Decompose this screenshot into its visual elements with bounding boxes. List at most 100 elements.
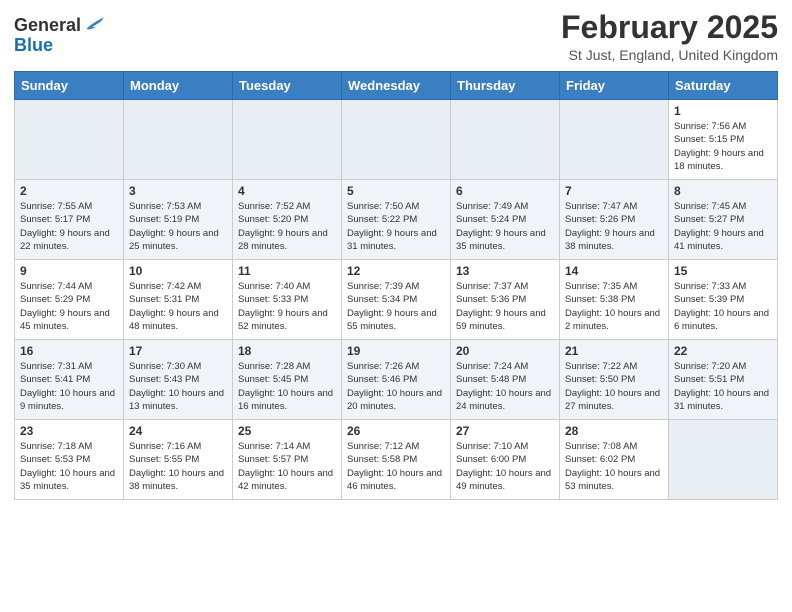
header: General Blue February 2025 St Just, Engl… — [14, 10, 778, 63]
day-info: Sunrise: 7:52 AM Sunset: 5:20 PM Dayligh… — [238, 200, 336, 253]
calendar-cell: 21 Sunrise: 7:22 AM Sunset: 5:50 PM Dayli… — [560, 340, 669, 420]
calendar-cell: 4 Sunrise: 7:52 AM Sunset: 5:20 PM Daylig… — [233, 180, 342, 260]
day-info: Sunrise: 7:24 AM Sunset: 5:48 PM Dayligh… — [456, 360, 554, 413]
day-info: Sunrise: 7:39 AM Sunset: 5:34 PM Dayligh… — [347, 280, 445, 333]
day-info: Sunrise: 7:16 AM Sunset: 5:55 PM Dayligh… — [129, 440, 227, 493]
day-info: Sunrise: 7:37 AM Sunset: 5:36 PM Dayligh… — [456, 280, 554, 333]
day-number: 24 — [129, 424, 227, 438]
calendar-cell: 24 Sunrise: 7:16 AM Sunset: 5:55 PM Dayli… — [124, 420, 233, 500]
day-info: Sunrise: 7:22 AM Sunset: 5:50 PM Dayligh… — [565, 360, 663, 413]
day-number: 10 — [129, 264, 227, 278]
calendar-week-row: 1 Sunrise: 7:56 AM Sunset: 5:15 PM Daylig… — [15, 100, 778, 180]
day-number: 8 — [674, 184, 772, 198]
day-number: 23 — [20, 424, 118, 438]
day-info: Sunrise: 7:47 AM Sunset: 5:26 PM Dayligh… — [565, 200, 663, 253]
title-area: February 2025 St Just, England, United K… — [561, 10, 778, 63]
day-number: 7 — [565, 184, 663, 198]
calendar-cell — [15, 100, 124, 180]
day-info: Sunrise: 7:10 AM Sunset: 6:00 PM Dayligh… — [456, 440, 554, 493]
day-number: 12 — [347, 264, 445, 278]
logo-blue-text: Blue — [14, 36, 53, 56]
logo: General Blue — [14, 10, 105, 56]
calendar-cell: 15Sunrise: 7:33 AM Sunset: 5:39 PM Dayli… — [669, 260, 778, 340]
calendar-cell — [669, 420, 778, 500]
calendar-cell — [342, 100, 451, 180]
calendar-cell: 9 Sunrise: 7:44 AM Sunset: 5:29 PM Daylig… — [15, 260, 124, 340]
calendar-day-header: Sunday — [15, 72, 124, 100]
calendar-week-row: 2Sunrise: 7:55 AM Sunset: 5:17 PM Daylig… — [15, 180, 778, 260]
day-info: Sunrise: 7:14 AM Sunset: 5:57 PM Dayligh… — [238, 440, 336, 493]
day-number: 13 — [456, 264, 554, 278]
day-number: 21 — [565, 344, 663, 358]
day-info: Sunrise: 7:33 AM Sunset: 5:39 PM Dayligh… — [674, 280, 772, 333]
calendar-cell: 6 Sunrise: 7:49 AM Sunset: 5:24 PM Daylig… — [451, 180, 560, 260]
day-info: Sunrise: 7:44 AM Sunset: 5:29 PM Dayligh… — [20, 280, 118, 333]
calendar: SundayMondayTuesdayWednesdayThursdayFrid… — [14, 71, 778, 500]
calendar-week-row: 9 Sunrise: 7:44 AM Sunset: 5:29 PM Daylig… — [15, 260, 778, 340]
day-info: Sunrise: 7:18 AM Sunset: 5:53 PM Dayligh… — [20, 440, 118, 493]
day-info: Sunrise: 7:26 AM Sunset: 5:46 PM Dayligh… — [347, 360, 445, 413]
calendar-cell: 25 Sunrise: 7:14 AM Sunset: 5:57 PM Dayli… — [233, 420, 342, 500]
day-number: 1 — [674, 104, 772, 118]
day-number: 11 — [238, 264, 336, 278]
day-number: 27 — [456, 424, 554, 438]
calendar-cell: 20Sunrise: 7:24 AM Sunset: 5:48 PM Dayli… — [451, 340, 560, 420]
day-number: 25 — [238, 424, 336, 438]
calendar-cell: 13 Sunrise: 7:37 AM Sunset: 5:36 PM Dayli… — [451, 260, 560, 340]
day-info: Sunrise: 7:56 AM Sunset: 5:15 PM Dayligh… — [674, 120, 772, 173]
location: St Just, England, United Kingdom — [561, 47, 778, 63]
calendar-cell: 14Sunrise: 7:35 AM Sunset: 5:38 PM Dayli… — [560, 260, 669, 340]
day-info: Sunrise: 7:53 AM Sunset: 5:19 PM Dayligh… — [129, 200, 227, 253]
calendar-cell — [560, 100, 669, 180]
calendar-cell: 5Sunrise: 7:50 AM Sunset: 5:22 PM Daylig… — [342, 180, 451, 260]
month-title: February 2025 — [561, 10, 778, 45]
calendar-cell: 22Sunrise: 7:20 AM Sunset: 5:51 PM Dayli… — [669, 340, 778, 420]
calendar-day-header: Monday — [124, 72, 233, 100]
calendar-day-header: Thursday — [451, 72, 560, 100]
day-info: Sunrise: 7:42 AM Sunset: 5:31 PM Dayligh… — [129, 280, 227, 333]
day-number: 26 — [347, 424, 445, 438]
calendar-day-header: Saturday — [669, 72, 778, 100]
day-number: 14 — [565, 264, 663, 278]
calendar-day-header: Tuesday — [233, 72, 342, 100]
calendar-cell: 19 Sunrise: 7:26 AM Sunset: 5:46 PM Dayli… — [342, 340, 451, 420]
logo-general-text: General — [14, 16, 81, 36]
calendar-day-header: Friday — [560, 72, 669, 100]
calendar-cell — [451, 100, 560, 180]
calendar-cell: 23 Sunrise: 7:18 AM Sunset: 5:53 PM Dayli… — [15, 420, 124, 500]
day-number: 9 — [20, 264, 118, 278]
day-info: Sunrise: 7:45 AM Sunset: 5:27 PM Dayligh… — [674, 200, 772, 253]
day-info: Sunrise: 7:28 AM Sunset: 5:45 PM Dayligh… — [238, 360, 336, 413]
day-number: 16 — [20, 344, 118, 358]
calendar-cell: 17 Sunrise: 7:30 AM Sunset: 5:43 PM Dayli… — [124, 340, 233, 420]
day-number: 18 — [238, 344, 336, 358]
day-number: 22 — [674, 344, 772, 358]
day-number: 3 — [129, 184, 227, 198]
calendar-week-row: 16Sunrise: 7:31 AM Sunset: 5:41 PM Dayli… — [15, 340, 778, 420]
day-number: 5 — [347, 184, 445, 198]
calendar-week-row: 23 Sunrise: 7:18 AM Sunset: 5:53 PM Dayli… — [15, 420, 778, 500]
day-number: 19 — [347, 344, 445, 358]
day-info: Sunrise: 7:40 AM Sunset: 5:33 PM Dayligh… — [238, 280, 336, 333]
calendar-cell: 27 Sunrise: 7:10 AM Sunset: 6:00 PM Dayli… — [451, 420, 560, 500]
calendar-cell: 28Sunrise: 7:08 AM Sunset: 6:02 PM Dayli… — [560, 420, 669, 500]
day-info: Sunrise: 7:30 AM Sunset: 5:43 PM Dayligh… — [129, 360, 227, 413]
day-number: 17 — [129, 344, 227, 358]
page: General Blue February 2025 St Just, Engl… — [0, 0, 792, 514]
day-info: Sunrise: 7:08 AM Sunset: 6:02 PM Dayligh… — [565, 440, 663, 493]
calendar-cell: 7 Sunrise: 7:47 AM Sunset: 5:26 PM Daylig… — [560, 180, 669, 260]
calendar-cell: 16Sunrise: 7:31 AM Sunset: 5:41 PM Dayli… — [15, 340, 124, 420]
calendar-cell: 8 Sunrise: 7:45 AM Sunset: 5:27 PM Daylig… — [669, 180, 778, 260]
calendar-cell: 18 Sunrise: 7:28 AM Sunset: 5:45 PM Dayli… — [233, 340, 342, 420]
calendar-header-row: SundayMondayTuesdayWednesdayThursdayFrid… — [15, 72, 778, 100]
calendar-cell: 11 Sunrise: 7:40 AM Sunset: 5:33 PM Dayli… — [233, 260, 342, 340]
day-number: 2 — [20, 184, 118, 198]
day-number: 6 — [456, 184, 554, 198]
calendar-cell: 10 Sunrise: 7:42 AM Sunset: 5:31 PM Dayli… — [124, 260, 233, 340]
calendar-day-header: Wednesday — [342, 72, 451, 100]
day-number: 4 — [238, 184, 336, 198]
calendar-cell: 3 Sunrise: 7:53 AM Sunset: 5:19 PM Daylig… — [124, 180, 233, 260]
day-info: Sunrise: 7:49 AM Sunset: 5:24 PM Dayligh… — [456, 200, 554, 253]
calendar-cell — [233, 100, 342, 180]
calendar-cell — [124, 100, 233, 180]
